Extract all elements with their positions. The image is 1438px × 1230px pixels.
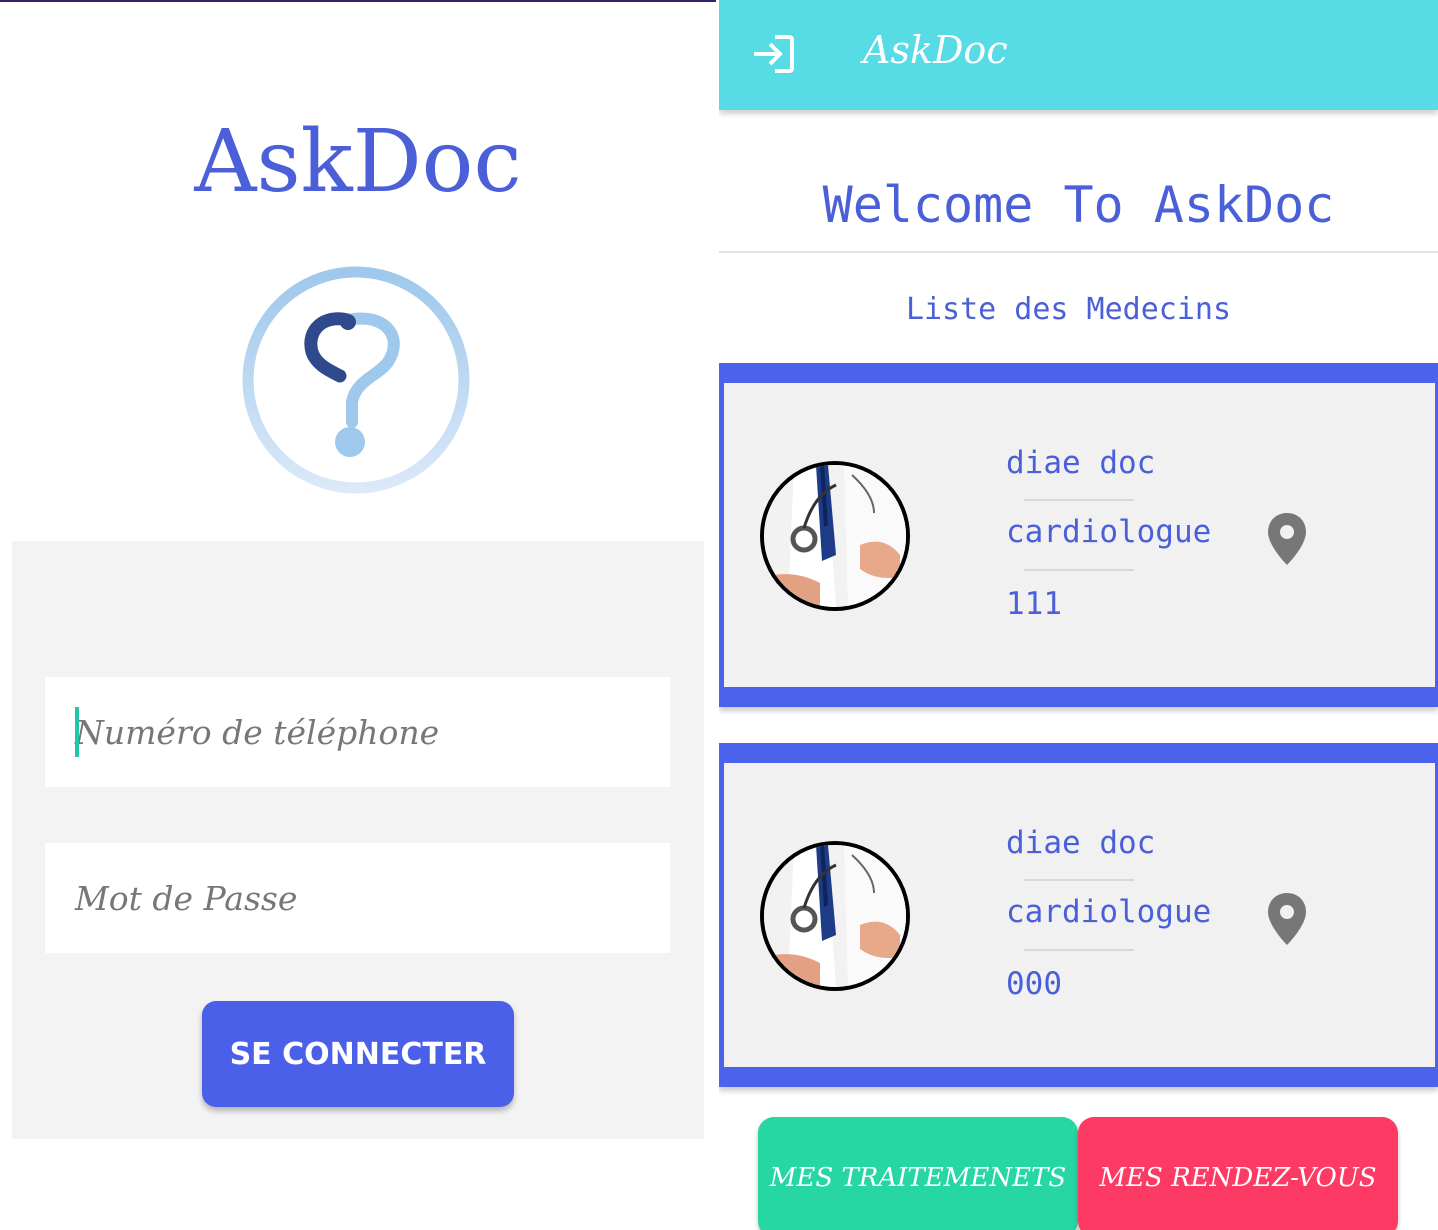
treatments-button[interactable]: MES TRAITEMENETS [758, 1117, 1078, 1230]
askdoc-logo-icon [242, 266, 470, 494]
doctor-avatar [760, 461, 910, 611]
doctor-phone: 000 [1006, 966, 1062, 1002]
phone-placeholder: Numéro de téléphone [75, 712, 440, 752]
doctor-card[interactable]: diae doc cardiologue 111 [719, 363, 1438, 707]
login-screen: AskDoc Numéro de téléphone Mot de Passe … [0, 0, 716, 1230]
login-form: Numéro de téléphone Mot de Passe SE CONN… [12, 541, 704, 1139]
field-divider [1024, 569, 1134, 571]
doctor-avatar [760, 841, 910, 991]
appointments-button[interactable]: MES RENDEZ-VOUS [1078, 1117, 1398, 1230]
exit-icon[interactable] [751, 34, 795, 74]
app-title: AskDoc [194, 112, 522, 212]
phone-input[interactable]: Numéro de téléphone [45, 677, 670, 787]
doctor-name: diae doc [1006, 825, 1156, 861]
login-button[interactable]: SE CONNECTER [202, 1001, 514, 1107]
field-divider [1024, 879, 1134, 881]
status-bar-edge [0, 0, 716, 2]
location-pin-icon[interactable] [1268, 513, 1306, 565]
doctor-specialty: cardiologue [1006, 894, 1212, 930]
location-pin-icon[interactable] [1268, 893, 1306, 945]
doctor-photo-icon [764, 845, 906, 987]
divider [719, 251, 1438, 253]
app-bar: AskDoc [719, 0, 1438, 110]
welcome-heading: Welcome To AskDoc [822, 176, 1335, 234]
doctor-list-title: Liste des Medecins [905, 292, 1232, 327]
field-divider [1024, 499, 1134, 501]
doctor-phone: 111 [1006, 586, 1062, 622]
doctor-card[interactable]: diae doc cardiologue 000 [719, 743, 1438, 1087]
doctor-name: diae doc [1006, 445, 1156, 481]
password-placeholder: Mot de Passe [75, 878, 298, 918]
home-screen: AskDoc Welcome To AskDoc Liste des Medec… [719, 0, 1438, 1230]
toolbar-title: AskDoc [863, 28, 1008, 72]
password-input[interactable]: Mot de Passe [45, 843, 670, 953]
doctor-photo-icon [764, 465, 906, 607]
doctor-specialty: cardiologue [1006, 514, 1212, 550]
text-cursor [75, 707, 79, 757]
field-divider [1024, 949, 1134, 951]
